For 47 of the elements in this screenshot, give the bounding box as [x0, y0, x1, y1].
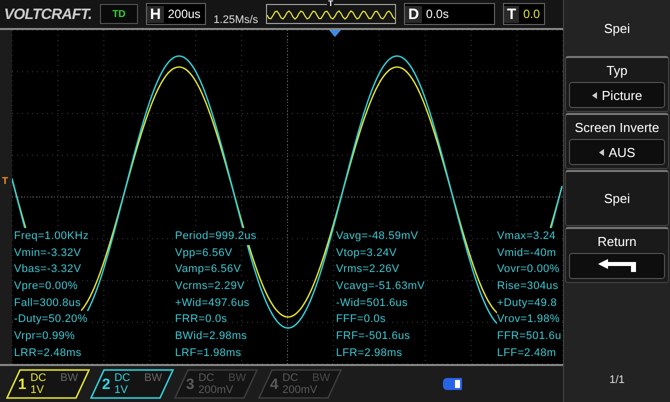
measurement-value: -Duty=50.20% — [14, 311, 88, 328]
measurement-value: Vamp=6.56V — [175, 261, 242, 278]
trigger-level-readout[interactable]: T 0.0 — [503, 3, 545, 25]
option-value[interactable]: AUS — [569, 139, 665, 165]
measurement-value: LFR=2.98ms — [336, 344, 402, 362]
measurement-value: Vmin=-3.32V — [14, 244, 82, 262]
measurement-value: Vmid=-40m — [497, 244, 556, 262]
menu-return[interactable]: Return — [565, 227, 669, 283]
measurement-value: Vmax=3.24 — [497, 228, 556, 245]
measurement-value: FFF=0.0s — [336, 311, 386, 328]
timebase-readout[interactable]: H 200us — [146, 3, 206, 25]
status-badge: TD — [100, 4, 138, 24]
left-arrow-icon — [592, 92, 597, 98]
brand-logo: VOLTCRAFT. — [4, 6, 92, 22]
menu-option[interactable]: Typ Picture — [565, 56, 669, 112]
sample-rate: 1.25Ms/s — [214, 14, 258, 28]
measurement-value: Vovr=0.00% — [497, 261, 560, 278]
measurement-value: LRR=2.48ms — [14, 344, 82, 362]
measurement-value: Vpp=6.56V — [175, 244, 232, 262]
menu-option[interactable]: Screen Inverte AUS — [565, 113, 669, 169]
measurement-value: Freq=1.00KHz — [14, 228, 89, 245]
channel-tab[interactable]: 1 DC BW 1V — [6, 369, 90, 399]
return-arrow-icon — [596, 259, 638, 273]
measurement-value: -Wid=501.6us — [336, 294, 408, 312]
measurement-value: Vrms=2.26V — [336, 261, 400, 278]
option-value[interactable]: Picture — [569, 82, 665, 108]
measurement-value: Period=999.2us — [175, 228, 257, 245]
measurement-value: Vpre=0.00% — [14, 278, 78, 295]
storage-device-icon — [443, 377, 463, 391]
menu-title: Spei — [602, 20, 632, 38]
delay-readout[interactable]: D 0.0s — [404, 3, 496, 25]
menu-action[interactable]: Spei — [565, 170, 669, 226]
channel-tab[interactable]: 2 DC BW 1V — [90, 369, 174, 399]
measurement-value: Vtop=3.24V — [336, 244, 397, 262]
measurement-value: LFF=2.48m — [497, 344, 556, 362]
measurement-value: +Wid=497.6us — [175, 294, 250, 312]
measurement-value: Fall=300.8us — [14, 294, 81, 312]
measurement-value: Vbas=-3.32V — [14, 261, 82, 278]
measurement-value: LRF=1.98ms — [175, 344, 242, 362]
left-arrow-icon — [598, 148, 604, 156]
measurement-value: FRR=0.0s — [175, 311, 228, 328]
trigger-level-marker: T — [2, 176, 8, 187]
page-indicator: 1/1 — [608, 374, 626, 388]
measurement-value: Rise=304us — [497, 278, 558, 295]
trigger-position-marker: T — [327, 0, 334, 8]
measurement-value: Vrov=1.98% — [497, 311, 560, 328]
measurement-value: +Duty=49.8 — [497, 294, 557, 312]
